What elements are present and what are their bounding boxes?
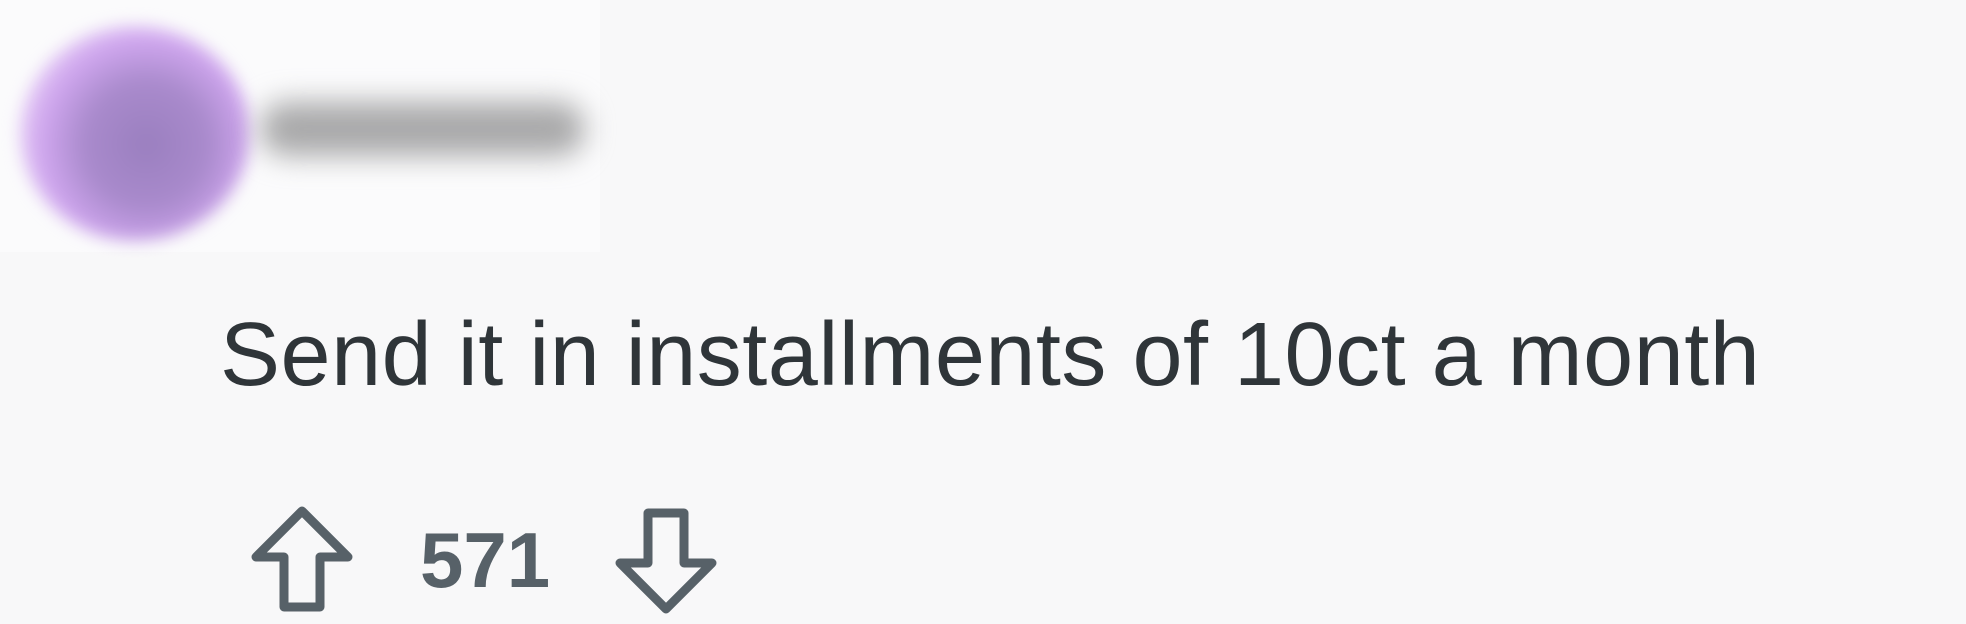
downvote-button[interactable] xyxy=(614,505,718,615)
avatar[interactable] xyxy=(20,26,250,241)
arrow-up-outline-icon xyxy=(251,506,353,612)
comment-card: Send it in installments of 10ct a month … xyxy=(0,0,1966,624)
arrow-down-outline-icon xyxy=(615,508,717,614)
comment-header-redacted xyxy=(0,0,600,252)
username-redacted[interactable] xyxy=(260,102,585,156)
vote-score: 571 xyxy=(420,516,551,604)
comment-text: Send it in installments of 10ct a month xyxy=(220,305,1761,405)
vote-bar: 571 xyxy=(250,505,718,615)
upvote-button[interactable] xyxy=(250,505,354,615)
